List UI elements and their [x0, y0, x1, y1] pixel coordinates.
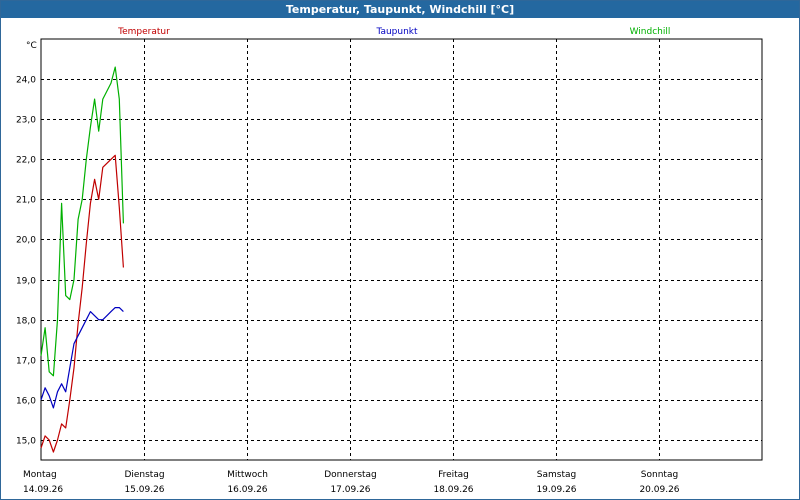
x-tick-date: 17.09.26 [330, 485, 370, 495]
x-tick-date: 16.09.26 [227, 485, 267, 495]
series [40, 66, 124, 453]
line-chart: 15,0 16,0 17,0 18,0 19,0 20,0 21,0 22,0 23,0 24,0… [16, 27, 763, 495]
x-tick-weekday: Sonntag [641, 470, 678, 480]
x-tick-weekday: Donnerstag [324, 470, 377, 480]
x-tick-weekday: Mittwoch [227, 470, 268, 480]
series-line-windchill [40, 66, 124, 377]
x-tick-date: 18.09.26 [433, 485, 473, 495]
legend: Temperatur Taupunkt Windchill [117, 27, 670, 37]
x-axis: Montag 14.09.26 Dienstag 15.09.26 Mittwoch 16… [23, 470, 680, 495]
x-tick-weekday: Freitag [438, 470, 469, 480]
y-tick-label: 23,0 [16, 116, 36, 126]
grid [41, 39, 762, 460]
y-tick-label: 24,0 [16, 76, 36, 86]
y-tick-label: 20,0 [16, 236, 36, 246]
x-tick-date: 15.09.26 [124, 485, 164, 495]
y-tick-label: 22,0 [16, 156, 36, 166]
x-tick-date: 14.09.26 [23, 485, 63, 495]
legend-item: Taupunkt [375, 27, 418, 37]
legend-item: Temperatur [117, 27, 170, 37]
x-tick-weekday: Dienstag [124, 470, 164, 480]
plot-frame [40, 38, 763, 461]
y-tick-label: 21,0 [16, 196, 36, 206]
y-tick-label: 16,0 [16, 397, 36, 407]
y-tick-label: 18,0 [16, 317, 36, 327]
y-axis-unit: °C [26, 41, 37, 51]
y-tick-label: 19,0 [16, 277, 36, 287]
x-tick-weekday: Montag [23, 470, 57, 480]
x-tick-date: 19.09.26 [536, 485, 576, 495]
legend-item: Windchill [630, 27, 671, 37]
x-tick-date: 20.09.26 [639, 485, 679, 495]
y-tick-label: 15,0 [16, 437, 36, 447]
y-axis: 15,0 16,0 17,0 18,0 19,0 20,0 21,0 22,0 23,0 24,0 [16, 76, 36, 447]
series-line-taupunkt [40, 307, 124, 409]
x-tick-weekday: Samstag [537, 470, 576, 480]
y-tick-label: 17,0 [16, 357, 36, 367]
